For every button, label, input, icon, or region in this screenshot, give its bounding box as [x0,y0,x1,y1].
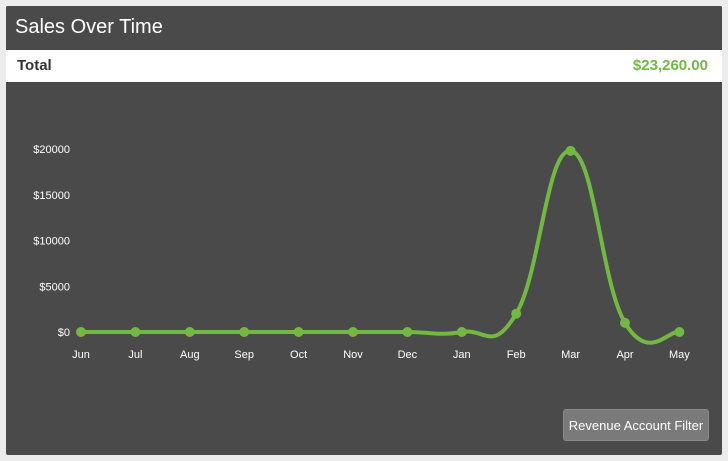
sales-line-chart: $0 $5000 $10000 $15000 $20000 Jun Jul Aug Sep Oc… [33,144,690,361]
y-tick-label: $15000 [33,190,70,202]
y-tick-label: $10000 [33,236,70,248]
y-axis-ticks: $0 $5000 $10000 $15000 $20000 [33,144,70,339]
data-point-jul[interactable] [130,327,141,337]
sales-over-time-widget: Sales Over Time Total $23,260.00 $0 $5000… [6,6,722,455]
data-point-jan[interactable] [456,327,467,337]
data-point-nov[interactable] [348,327,358,337]
x-tick-label: Dec [398,349,418,361]
x-tick-label: May [669,349,690,361]
data-point-oct[interactable] [293,327,304,337]
y-tick-label: $0 [58,327,70,339]
x-tick-label: Feb [507,349,526,361]
y-tick-label: $20000 [33,144,70,156]
x-tick-label: Nov [343,349,363,361]
x-tick-label: Mar [561,349,580,361]
series-line [79,148,682,345]
data-point-sep[interactable] [239,327,250,337]
x-tick-label: Aug [180,349,200,361]
x-tick-label: Apr [616,349,633,361]
x-tick-label: Jan [453,349,471,361]
x-tick-label: Sep [234,349,254,361]
y-tick-label: $5000 [39,281,70,293]
x-tick-label: Oct [290,349,307,361]
data-point-dec[interactable] [402,327,413,337]
revenue-account-filter-button[interactable]: Revenue Account Filter [563,409,709,441]
data-points [76,145,685,337]
data-point-feb[interactable] [511,308,522,319]
data-point-mar[interactable] [565,145,576,156]
x-tick-label: Jun [72,349,90,361]
data-point-apr[interactable] [620,317,630,328]
data-point-jun[interactable] [76,327,86,337]
data-point-aug[interactable] [184,327,195,337]
x-axis-ticks: Jun Jul Aug Sep Oct Nov Dec Jan Feb Mar Apr May [72,349,690,361]
data-point-may[interactable] [674,327,685,337]
x-tick-label: Jul [128,349,142,361]
